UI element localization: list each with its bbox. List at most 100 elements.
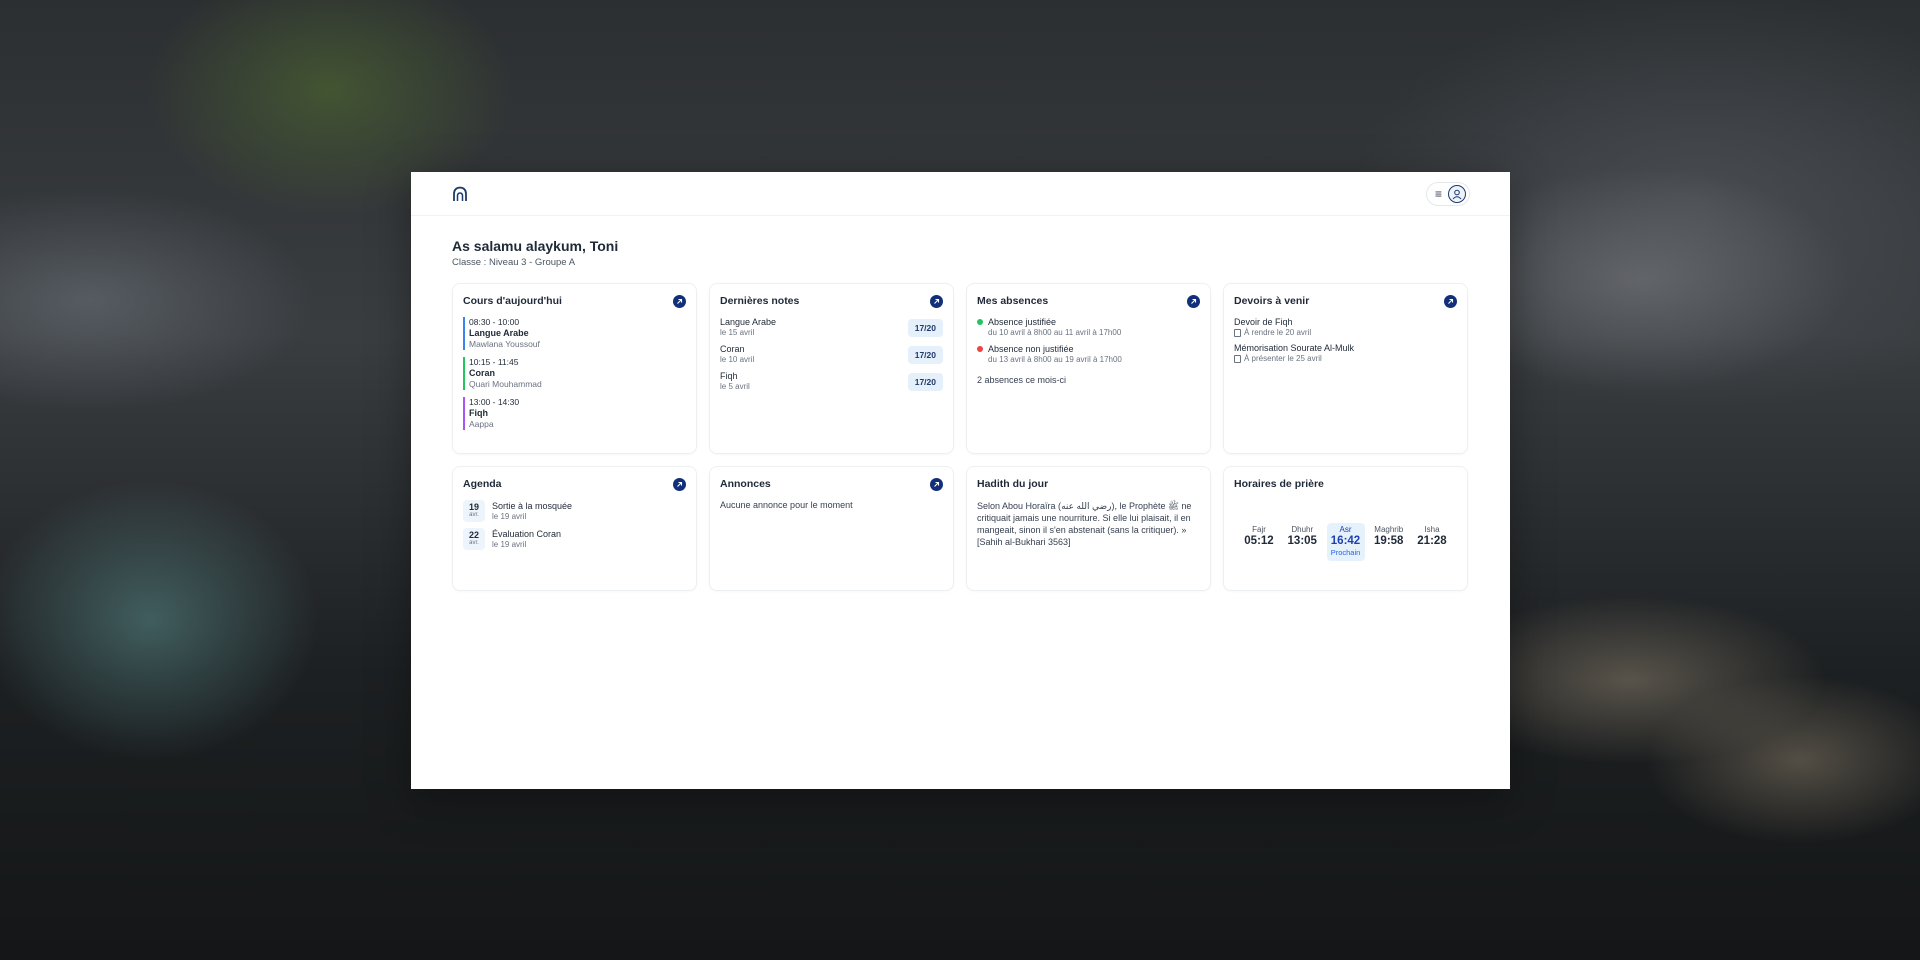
homework-item[interactable]: Mémorisation Sourate Al-Mulk À présenter… [1234, 343, 1457, 364]
homework-title: Mémorisation Sourate Al-Mulk [1234, 343, 1355, 353]
card-upcoming-homework: Devoirs à venir Devoir de Fiqh À rendre … [1223, 283, 1468, 454]
grade-badge: 17/20 [907, 318, 943, 337]
prayer-time: 16:42 [1330, 535, 1361, 547]
page-title: As salamu alaykum, Toni [452, 238, 619, 254]
course-item[interactable]: 08:30 - 10:00 Langue Arabe Mawlana Youss… [463, 317, 686, 350]
course-time: 13:00 - 14:30 [469, 397, 520, 407]
card-title: Hadith du jour [977, 478, 1049, 490]
arrow-up-right-icon[interactable] [930, 294, 943, 308]
absence-status: Absence justifiée [988, 317, 1057, 327]
prayer-name: Fajr [1252, 525, 1266, 534]
card-todays-courses: Cours d'aujourd'hui 08:30 - 10:00 Langue… [452, 283, 697, 454]
hadith-text: Selon Abou Horaïra (رضي الله عنه), le Pr… [977, 501, 1192, 547]
grade-badge: 17/20 [907, 345, 943, 364]
grade-subject: Langue Arabe [720, 317, 777, 327]
grade-badge: 17/20 [907, 372, 943, 391]
event-title: Évaluation Coran [492, 528, 562, 539]
arrow-up-right-icon[interactable] [1187, 294, 1200, 308]
card-agenda: Agenda 19 avr. Sortie à la mosquée le 19 [452, 466, 697, 591]
grade-date: le 5 avril [720, 382, 750, 391]
homework-item[interactable]: Devoir de Fiqh À rendre le 20 avril [1234, 317, 1457, 338]
course-teacher: Quari Mouhammad [469, 379, 542, 389]
date-month: avr. [469, 512, 479, 518]
prayer-name: Maghrib [1374, 525, 1404, 534]
card-title: Mes absences [977, 295, 1049, 307]
grade-item[interactable]: Coran le 10 avril 17/20 [720, 344, 943, 365]
course-subject: Fiqh [469, 408, 488, 418]
date-day: 22 [468, 530, 479, 540]
absence-status: Absence non justifiée [988, 344, 1074, 354]
card-title: Horaires de prière [1234, 478, 1324, 490]
date-badge: 19 avr. [463, 500, 485, 522]
prayer-times-row: Fajr 05:12 Dhuhr 13:05 Asr 16:42 Prochai… [1234, 523, 1457, 561]
grade-date: le 10 avril [720, 355, 755, 364]
event-date: le 19 avril [492, 511, 527, 521]
course-subject: Langue Arabe [469, 328, 529, 338]
status-dot-icon [977, 346, 983, 352]
homework-title: Devoir de Fiqh [1234, 317, 1293, 327]
dashboard-grid: Cours d'aujourd'hui 08:30 - 10:00 Langue… [452, 283, 1469, 591]
event-date: le 19 avril [492, 539, 527, 549]
arrow-up-right-icon[interactable] [673, 477, 686, 491]
prayer-slot: Fajr 05:12 [1240, 523, 1278, 561]
grade-item[interactable]: Langue Arabe le 15 avril 17/20 [720, 317, 943, 338]
prayer-name: Dhuhr [1291, 525, 1314, 534]
absence-item[interactable]: Absence non justifiée du 13 avril à 8h00… [977, 344, 1200, 365]
grade-subject: Coran [720, 344, 745, 354]
card-title: Dernières notes [720, 295, 800, 307]
prayer-slot: Dhuhr 13:05 [1283, 523, 1321, 561]
hamburger-menu-icon[interactable]: ≡ [1435, 188, 1442, 200]
arrow-up-right-icon[interactable] [930, 477, 943, 491]
agenda-item[interactable]: 19 avr. Sortie à la mosquée le 19 avril [463, 500, 686, 522]
card-prayer-times: Horaires de prière Fajr 05:12 Dhuhr 13:0… [1223, 466, 1468, 591]
card-title: Annonces [720, 478, 771, 490]
card-title: Cours d'aujourd'hui [463, 295, 562, 307]
absence-period: du 10 avril à 8h00 au 11 avril à 17h00 [988, 328, 1122, 337]
dashboard-content: As salamu alaykum, Toni Classe : Niveau … [411, 216, 1510, 591]
card-my-absences: Mes absences Absence justifiée du 10 avr… [966, 283, 1211, 454]
top-bar: ≡ [411, 172, 1510, 216]
card-title: Devoirs à venir [1234, 295, 1310, 307]
date-month: avr. [469, 540, 479, 546]
card-announcements: Annonces Aucune annonce pour le moment [709, 466, 954, 591]
agenda-item[interactable]: 22 avr. Évaluation Coran le 19 avril [463, 528, 686, 550]
empty-state-text: Aucune annonce pour le moment [720, 500, 853, 510]
course-item[interactable]: 13:00 - 14:30 Fiqh Aappa [463, 397, 686, 430]
course-item[interactable]: 10:15 - 11:45 Coran Quari Mouhammad [463, 357, 686, 390]
homework-due: À rendre le 20 avril [1244, 328, 1312, 337]
absence-item[interactable]: Absence justifiée du 10 avril à 8h00 au … [977, 317, 1200, 338]
prayer-slot: Isha 21:28 [1413, 523, 1451, 561]
prayer-time: 19:58 [1374, 535, 1404, 547]
user-avatar-icon[interactable] [1448, 184, 1466, 203]
next-prayer-label: Prochain [1330, 548, 1361, 557]
date-day: 19 [468, 502, 479, 512]
course-teacher: Mawlana Youssouf [469, 339, 540, 349]
grade-subject: Fiqh [720, 371, 738, 381]
class-subtitle: Classe : Niveau 3 - Groupe A [452, 257, 576, 268]
prayer-time: 21:28 [1417, 535, 1447, 547]
document-icon [1234, 329, 1241, 337]
course-time: 10:15 - 11:45 [469, 357, 519, 367]
card-latest-grades: Dernières notes Langue Arabe le 15 avril… [709, 283, 954, 454]
homework-due: À présenter le 25 avril [1244, 354, 1322, 363]
prayer-name: Asr [1339, 525, 1352, 534]
course-teacher: Aappa [469, 419, 494, 429]
user-menu-button[interactable]: ≡ [1425, 181, 1470, 206]
arrow-up-right-icon[interactable] [1444, 294, 1457, 308]
course-subject: Coran [469, 368, 496, 378]
document-icon [1234, 355, 1241, 363]
app-window: ≡ As salamu alaykum, Toni Classe : Nivea… [411, 172, 1510, 789]
card-hadith-of-the-day: Hadith du jour Selon Abou Horaïra (رضي ا… [966, 466, 1211, 591]
event-title: Sortie à la mosquée [492, 500, 573, 511]
prayer-time: 05:12 [1244, 535, 1274, 547]
prayer-name: Isha [1424, 525, 1440, 534]
prayer-slot: Maghrib 19:58 [1370, 523, 1408, 561]
grade-item[interactable]: Fiqh le 5 avril 17/20 [720, 371, 943, 392]
date-badge: 22 avr. [463, 528, 485, 550]
course-time: 08:30 - 10:00 [469, 317, 520, 327]
status-dot-icon [977, 319, 983, 325]
arrow-up-right-icon[interactable] [673, 294, 686, 308]
card-title: Agenda [463, 478, 502, 490]
mosque-arch-icon[interactable] [451, 185, 469, 203]
absence-count: 2 absences ce mois-ci [977, 375, 1067, 385]
